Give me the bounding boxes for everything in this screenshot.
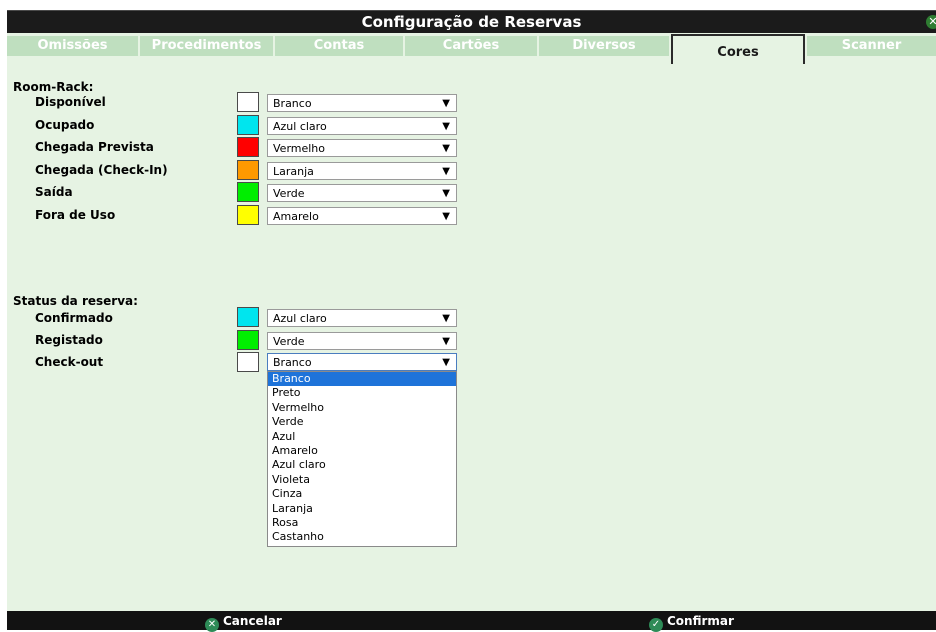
dropdown-arrow-icon: ▼: [442, 188, 450, 199]
dropdown-arrow-icon: ▼: [442, 98, 450, 109]
tab-procedimentos[interactable]: Procedimentos: [140, 36, 275, 56]
tab-scanner[interactable]: Scanner: [807, 36, 936, 56]
color-select-confirmado[interactable]: Azul claro ▼: [267, 309, 457, 327]
tab-cores[interactable]: Cores: [671, 34, 805, 64]
cancel-label: Cancelar: [223, 614, 282, 628]
dropdown-option[interactable]: Rosa: [268, 516, 456, 530]
config-window: Configuração de Reservas ✕ Omissões Proc…: [7, 10, 936, 632]
dropdown-option[interactable]: Vermelho: [268, 401, 456, 415]
dropdown-option[interactable]: Azul claro: [268, 458, 456, 472]
color-swatch: [237, 205, 259, 225]
dropdown-option[interactable]: Castanho: [268, 530, 456, 544]
row-label-chegada-checkin: Chegada (Check-In): [35, 163, 168, 177]
status-reserva-heading: Status da reserva:: [13, 294, 138, 308]
color-select-saida[interactable]: Verde ▼: [267, 184, 457, 202]
tab-cartoes[interactable]: Cartões: [405, 36, 539, 56]
tab-diversos[interactable]: Diversos: [539, 36, 671, 56]
color-select-chegada-checkin[interactable]: Laranja ▼: [267, 162, 457, 180]
dropdown-arrow-icon: ▼: [442, 211, 450, 222]
room-rack-heading: Room-Rack:: [13, 80, 94, 94]
dropdown-arrow-icon: ▼: [442, 357, 450, 368]
color-select-check-out[interactable]: Branco ▼: [267, 353, 457, 371]
dropdown-arrow-icon: ▼: [442, 166, 450, 177]
dropdown-option[interactable]: Azul: [268, 430, 456, 444]
dropdown-option[interactable]: Laranja: [268, 502, 456, 516]
dropdown-arrow-icon: ▼: [442, 313, 450, 324]
dropdown-option[interactable]: Branco: [268, 372, 456, 387]
row-label-fora-de-uso: Fora de Uso: [35, 208, 116, 222]
dropdown-arrow-icon: ▼: [442, 121, 450, 132]
dropdown-arrow-icon: ▼: [442, 143, 450, 154]
color-select-chegada-prevista[interactable]: Vermelho ▼: [267, 139, 457, 157]
cancel-button[interactable]: ✕ Cancelar: [205, 612, 282, 632]
color-swatch: [237, 160, 259, 180]
color-swatch: [237, 307, 259, 327]
confirm-label: Confirmar: [667, 614, 734, 628]
color-swatch: [237, 115, 259, 135]
confirm-button[interactable]: ✓ Confirmar: [649, 612, 734, 632]
title-bar: Configuração de Reservas ✕: [7, 10, 936, 33]
tab-omissoes[interactable]: Omissões: [7, 36, 140, 56]
color-swatch: [237, 137, 259, 157]
color-swatch: [237, 330, 259, 350]
row-label-saida: Saída: [35, 185, 73, 199]
tab-bar: Omissões Procedimentos Contas Cartões Di…: [7, 34, 936, 64]
dropdown-option[interactable]: Amarelo: [268, 444, 456, 458]
color-dropdown-list: Branco Preto Vermelho Verde Azul Amarelo…: [267, 371, 457, 547]
dropdown-option[interactable]: Preto: [268, 386, 456, 400]
color-swatch: [237, 92, 259, 112]
row-label-chegada-prevista: Chegada Prevista: [35, 140, 154, 154]
row-label-ocupado: Ocupado: [35, 118, 95, 132]
color-select-disponivel[interactable]: Branco ▼: [267, 94, 457, 112]
color-swatch: [237, 352, 259, 372]
color-select-registado[interactable]: Verde ▼: [267, 332, 457, 350]
color-swatch: [237, 182, 259, 202]
dropdown-option[interactable]: Cinza: [268, 487, 456, 501]
row-label-check-out: Check-out: [35, 355, 104, 369]
tab-contas[interactable]: Contas: [275, 36, 405, 56]
color-select-ocupado[interactable]: Azul claro ▼: [267, 117, 457, 135]
row-label-registado: Registado: [35, 333, 103, 347]
close-icon[interactable]: ✕: [926, 15, 936, 29]
row-label-confirmado: Confirmado: [35, 311, 113, 325]
dropdown-option[interactable]: Verde: [268, 415, 456, 429]
footer-bar: ✕ Cancelar ✓ Confirmar: [7, 611, 936, 632]
row-label-disponivel: Disponível: [35, 95, 106, 109]
dropdown-option[interactable]: Violeta: [268, 473, 456, 487]
dropdown-arrow-icon: ▼: [442, 336, 450, 347]
color-select-fora-de-uso[interactable]: Amarelo ▼: [267, 207, 457, 225]
window-title: Configuração de Reservas: [361, 13, 582, 31]
